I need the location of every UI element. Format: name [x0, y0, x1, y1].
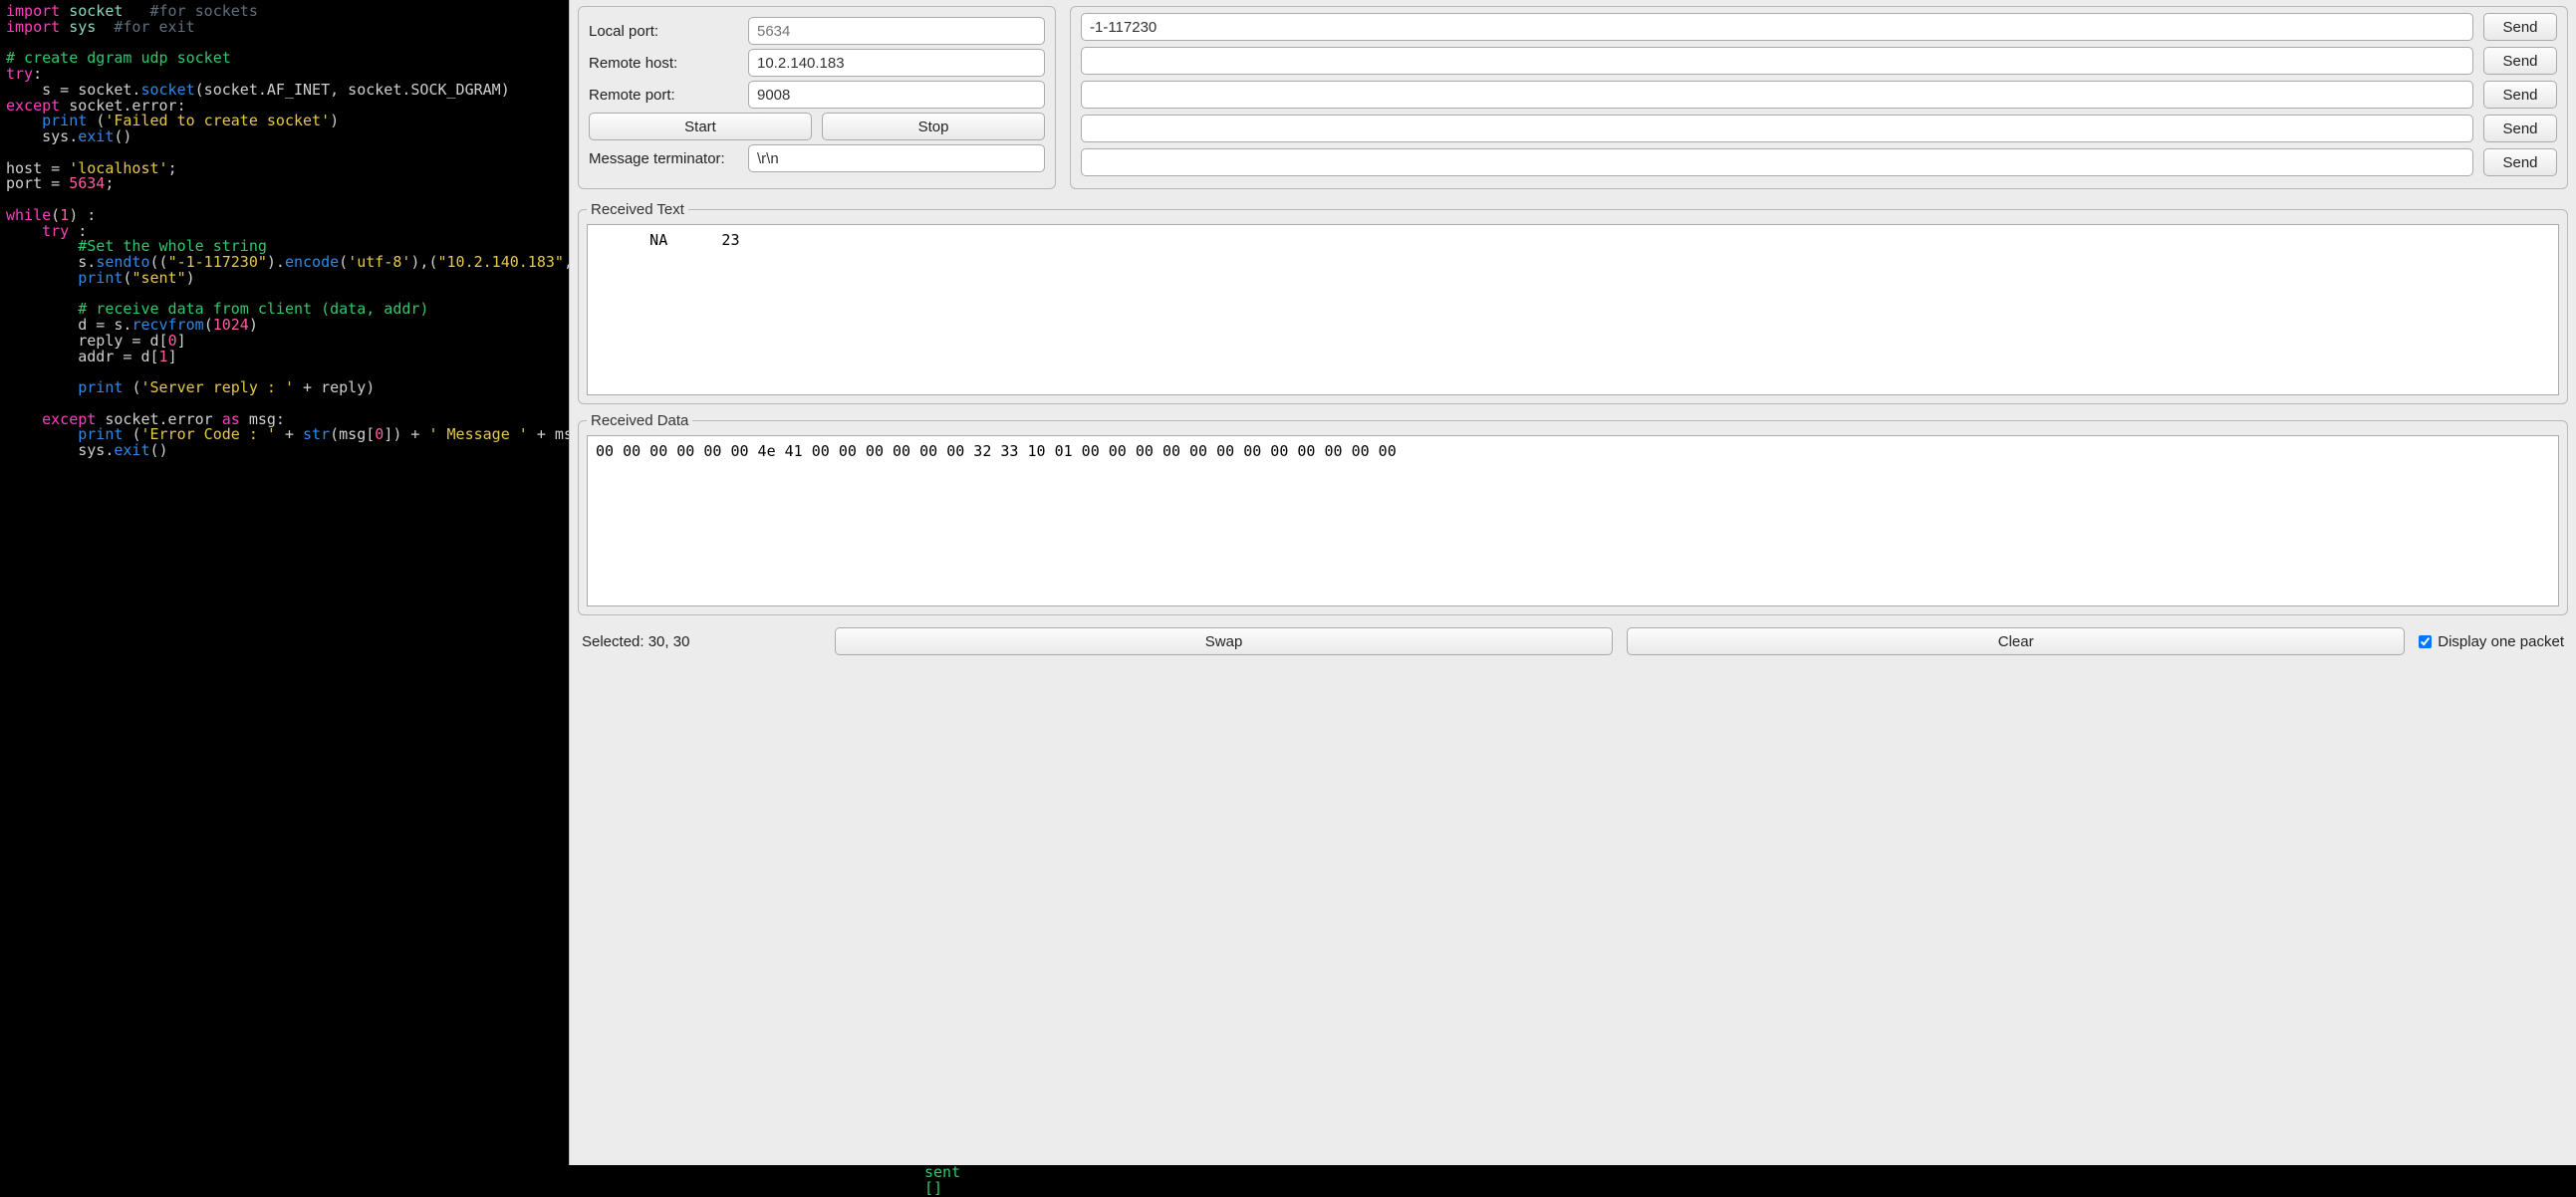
- swap-button[interactable]: Swap: [835, 627, 1613, 655]
- terminator-input[interactable]: [748, 144, 1045, 172]
- stop-button[interactable]: Stop: [822, 113, 1045, 140]
- send-button-3[interactable]: Send: [2483, 115, 2557, 142]
- received-text-box: Received Text NA 23: [578, 201, 2568, 404]
- received-text-content[interactable]: NA 23: [587, 224, 2559, 395]
- display-one-packet-label[interactable]: Display one packet: [2419, 633, 2564, 650]
- comment-2: #for exit: [114, 18, 194, 36]
- packet-tool-pane: Local port: Remote host: Remote port: St…: [569, 0, 2576, 1165]
- kw-import-2: import: [6, 18, 60, 36]
- bottom-bar: Selected: 30, 30 Swap Clear Display one …: [570, 619, 2576, 665]
- received-data-legend: Received Data: [587, 412, 692, 429]
- send-input-4[interactable]: [1081, 148, 2473, 176]
- send-input-1[interactable]: [1081, 47, 2473, 75]
- remote-host-input[interactable]: [748, 49, 1045, 77]
- send-button-0[interactable]: Send: [2483, 13, 2557, 41]
- send-button-1[interactable]: Send: [2483, 47, 2557, 75]
- remote-host-label: Remote host:: [589, 55, 738, 72]
- mod-sys: sys: [60, 18, 114, 36]
- received-text-legend: Received Text: [587, 201, 688, 218]
- local-port-label: Local port:: [589, 23, 738, 40]
- start-button[interactable]: Start: [589, 113, 812, 140]
- send-button-2[interactable]: Send: [2483, 81, 2557, 109]
- remote-port-input[interactable]: [748, 81, 1045, 109]
- received-data-box: Received Data 00 00 00 00 00 00 4e 41 00…: [578, 412, 2568, 615]
- send-input-2[interactable]: [1081, 81, 2473, 109]
- code-editor[interactable]: import socket #for sockets import sys #f…: [0, 0, 569, 1165]
- remote-port-label: Remote port:: [589, 87, 738, 104]
- connection-config-panel: Local port: Remote host: Remote port: St…: [578, 6, 1056, 189]
- send-input-0[interactable]: [1081, 13, 2473, 41]
- display-one-packet-text: Display one packet: [2438, 633, 2564, 650]
- terminator-label: Message terminator:: [589, 150, 738, 167]
- received-data-content[interactable]: 00 00 00 00 00 00 4e 41 00 00 00 00 00 0…: [587, 435, 2559, 606]
- clear-button[interactable]: Clear: [1627, 627, 2405, 655]
- terminal-output: sent []: [0, 1165, 2576, 1197]
- display-one-packet-checkbox[interactable]: [2419, 635, 2432, 648]
- selected-status: Selected: 30, 30: [582, 633, 821, 650]
- local-port-input[interactable]: [748, 17, 1045, 45]
- send-panel: Send Send Send Send Send: [1070, 6, 2568, 189]
- send-input-3[interactable]: [1081, 115, 2473, 142]
- send-button-4[interactable]: Send: [2483, 148, 2557, 176]
